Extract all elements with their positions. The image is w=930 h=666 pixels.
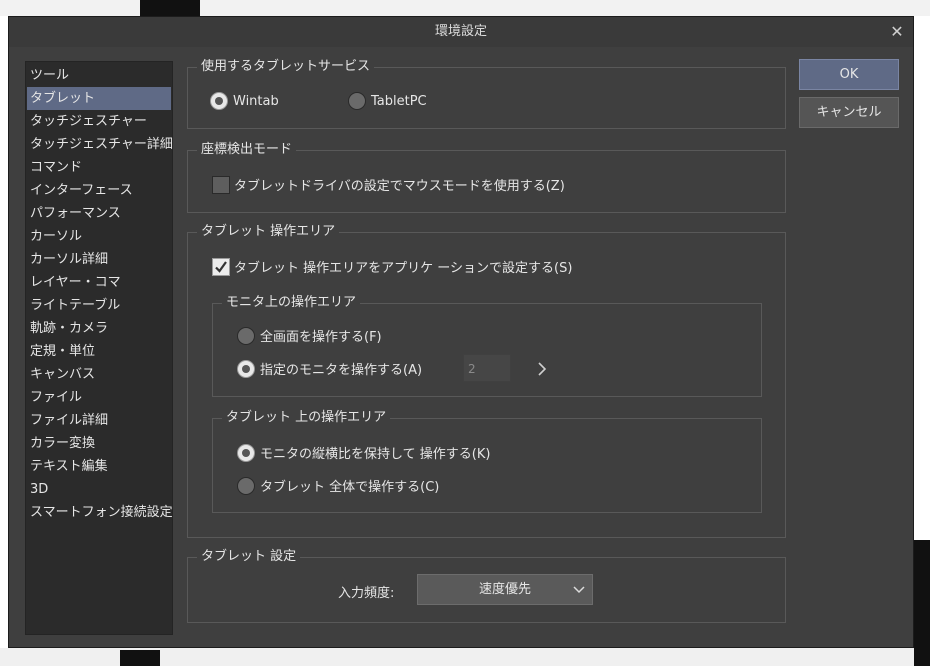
coord-mode-group: 座標検出モード タブレットドライバの設定でマウスモードを使用する(Z) [187,141,786,213]
radio-specified-monitor[interactable]: 指定のモニタを操作する(A) [237,359,422,378]
sidebar-item[interactable]: カラー変換 [27,432,171,455]
mouse-mode-label: タブレットドライバの設定でマウスモードを使用する(Z) [234,179,565,194]
sidebar-item[interactable]: スマートフォン接続設定 [27,501,173,524]
sidebar-item[interactable]: レイヤー・コマ [27,271,171,294]
sidebar-item[interactable]: キャンバス [27,363,171,386]
radio-whole-tablet-label: タブレット 全体で操作する(C) [260,480,440,495]
sidebar-item[interactable]: ツール [27,64,171,87]
radio-keep-ratio-indicator[interactable] [237,443,255,462]
monitor-area-group: モニタ上の操作エリア 全画面を操作する(F) 指定のモニタを操作する(A) 2 [212,294,762,397]
sidebar-item[interactable]: ファイル詳細 [27,409,171,432]
chevron-down-icon [572,575,586,604]
monitor-number-input[interactable]: 2 [463,354,511,382]
operation-area-title: タブレット 操作エリア [197,223,340,241]
sidebar-item[interactable]: ライトテーブル [27,294,171,317]
sidebar-item[interactable]: 3D [27,478,171,501]
sidebar-item[interactable]: 軌跡・カメラ [27,317,171,340]
radio-wintab-label: Wintab [233,93,279,109]
sidebar-item[interactable]: カーソル詳細 [27,248,171,271]
input-freq-label: 入力頻度: [338,586,395,601]
sidebar-item[interactable]: タブレット [27,87,171,110]
preferences-dialog: 環境設定 ✕ ツール タブレット タッチジェスチャー タッチジェスチャー詳細 コマンドイ… [8,16,914,648]
chevron-right-icon[interactable] [535,360,549,378]
mouse-mode-checkbox[interactable]: タブレットドライバの設定でマウスモードを使用する(Z) [212,175,565,194]
monitor-area-title: モニタ上の操作エリア [222,294,361,312]
radio-whole-tablet[interactable]: タブレット 全体で操作する(C) [237,476,439,495]
ok-button[interactable]: OK [799,59,899,90]
radio-tabletpc[interactable]: TabletPC [348,92,427,110]
background-stroke [140,0,200,16]
dialog-title: 環境設定 [9,17,913,47]
sidebar-item[interactable]: 定規・単位 [27,340,171,363]
sidebar-item[interactable]: インターフェース [27,179,171,202]
operation-area-group: タブレット 操作エリア タブレット 操作エリアをアプリケ ーションで設定する(S… [187,223,786,538]
input-freq-value: 速度優先 [478,582,531,597]
radio-full-screen[interactable]: 全画面を操作する(F) [237,326,382,345]
sidebar-item[interactable]: ファイル [27,386,171,409]
sidebar-item[interactable]: カーソル [27,225,171,248]
tablet-settings-title: タブレット 設定 [197,548,301,566]
radio-keep-ratio-label: モニタの縦横比を保持して 操作する(K) [260,447,491,462]
radio-specified-monitor-label: 指定のモニタを操作する(A) [260,363,423,378]
close-icon[interactable]: ✕ [887,22,907,42]
radio-full-screen-indicator[interactable] [237,326,255,345]
background-stroke [914,540,930,666]
radio-specified-monitor-indicator[interactable] [237,359,255,378]
tablet-service-group: 使用するタブレットサービス Wintab TabletPC [187,58,786,129]
cancel-button[interactable]: キャンセル [799,97,899,128]
radio-wintab-indicator[interactable] [210,92,228,110]
radio-keep-ratio[interactable]: モニタの縦横比を保持して 操作する(K) [237,443,490,462]
radio-full-screen-label: 全画面を操作する(F) [260,330,382,345]
checkmark-icon [215,260,227,273]
radio-wintab[interactable]: Wintab [210,92,279,110]
radio-tabletpc-label: TabletPC [371,93,427,109]
app-setting-label: タブレット 操作エリアをアプリケ ーションで設定する(S) [234,261,573,276]
app-setting-checkbox-box[interactable] [212,257,230,276]
sidebar-item[interactable]: パフォーマンス [27,202,171,225]
tablet-area-group: タブレット 上の操作エリア モニタの縦横比を保持して 操作する(K) タブレット… [212,409,762,513]
background-stroke [120,650,160,666]
radio-whole-tablet-indicator[interactable] [237,476,255,495]
tablet-area-title: タブレット 上の操作エリア [222,409,391,427]
mouse-mode-checkbox-box[interactable] [212,175,230,194]
input-freq-select[interactable]: 速度優先 [417,574,593,605]
sidebar-item[interactable]: タッチジェスチャー詳細 [27,133,173,156]
radio-tabletpc-indicator[interactable] [348,92,366,110]
app-setting-checkbox[interactable]: タブレット 操作エリアをアプリケ ーションで設定する(S) [212,257,572,276]
sidebar-item[interactable]: コマンド [27,156,171,179]
sidebar-item[interactable]: テキスト編集 [27,455,171,478]
category-sidebar: ツール タブレット タッチジェスチャー タッチジェスチャー詳細 コマンド インターフェース… [25,61,173,635]
tablet-service-title: 使用するタブレットサービス [197,58,375,76]
coord-mode-title: 座標検出モード [197,141,297,159]
sidebar-item[interactable]: タッチジェスチャー [27,110,171,133]
